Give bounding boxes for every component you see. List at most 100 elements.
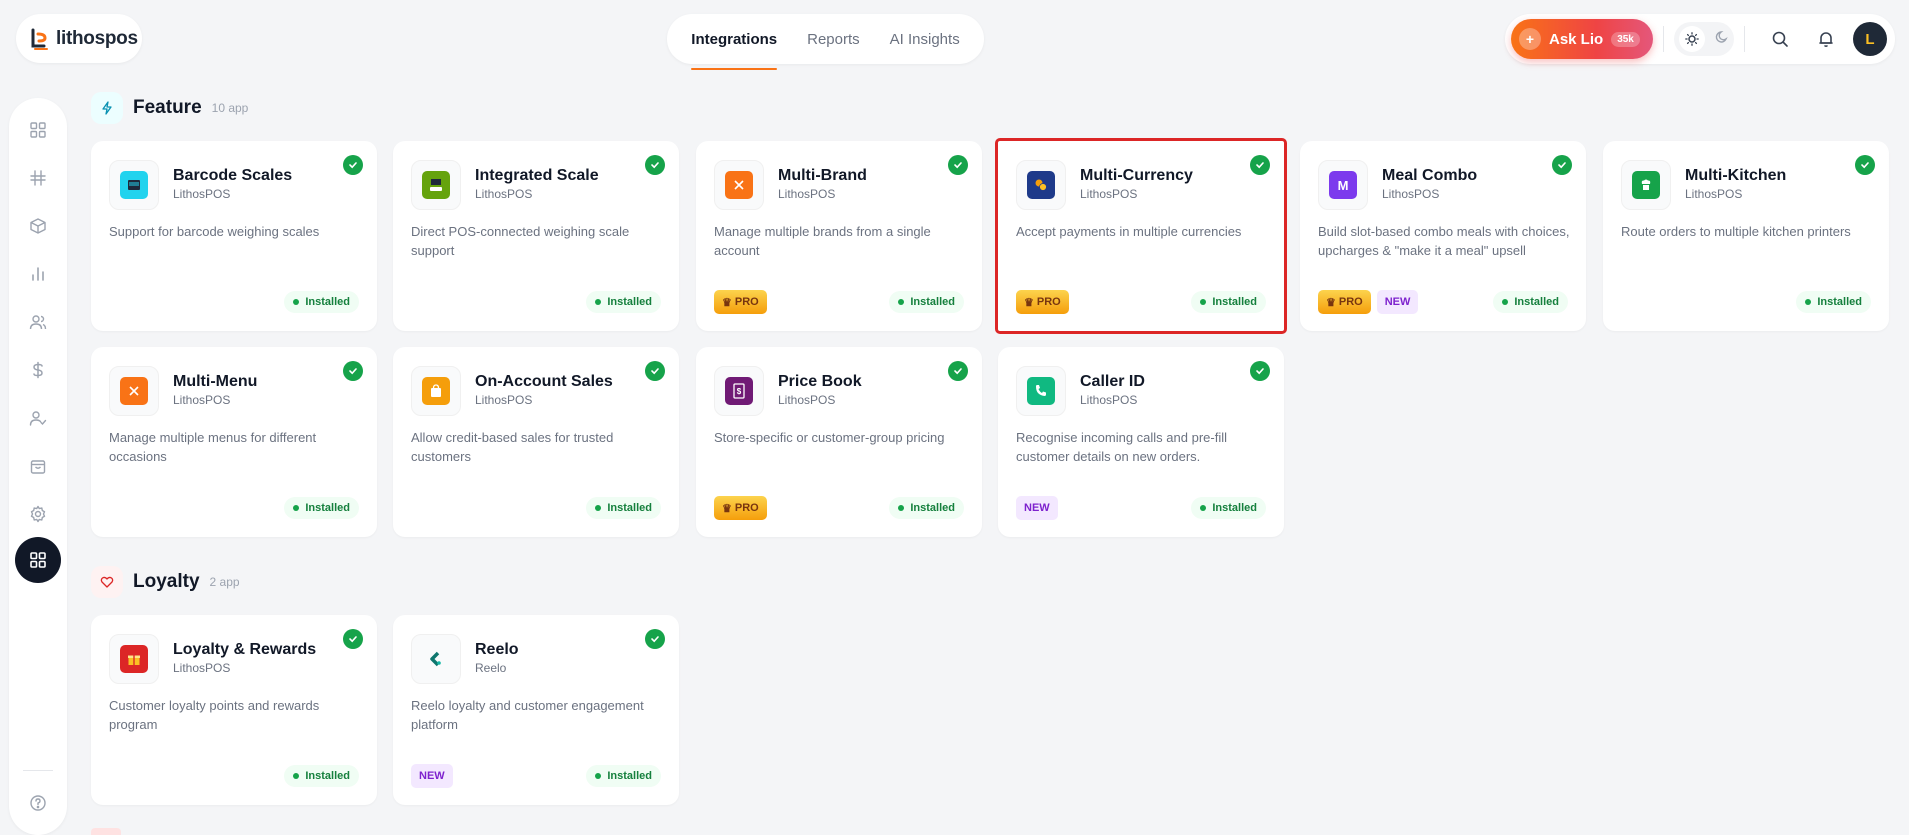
- multi-menu-icon: [109, 366, 159, 416]
- card-description: Reelo loyalty and customer engagement pl…: [411, 698, 644, 732]
- integration-card-multi-brand[interactable]: Multi-Brand LithosPOS Manage multiple br…: [696, 141, 982, 331]
- card-vendor: LithosPOS: [475, 187, 533, 201]
- tab-reports[interactable]: Reports: [807, 14, 860, 64]
- crown-icon: ♛: [722, 296, 732, 309]
- pro-label: PRO: [1338, 296, 1363, 308]
- status-dot: [595, 773, 602, 779]
- check-icon: [645, 361, 665, 381]
- pro-label: PRO: [734, 502, 759, 514]
- box-icon[interactable]: [20, 208, 56, 244]
- status-dot: [898, 299, 905, 305]
- card-vendor: LithosPOS: [778, 393, 836, 407]
- card-badges: ♛ PRO: [714, 290, 767, 314]
- integration-card-price-book[interactable]: $ Price Book LithosPOS Store-specific or…: [696, 347, 982, 537]
- sun-icon[interactable]: [1679, 26, 1705, 52]
- sparkle-icon: +: [1519, 28, 1541, 50]
- integration-card-multi-currency[interactable]: Multi-Currency LithosPOS Accept payments…: [995, 138, 1287, 334]
- card-vendor: LithosPOS: [1685, 187, 1743, 201]
- pro-badge: ♛ PRO: [1016, 290, 1069, 314]
- card-description: Store-specific or customer-group pricing: [714, 430, 945, 445]
- status-badge: Installed: [586, 497, 661, 519]
- status-label: Installed: [910, 502, 955, 514]
- crown-icon: ♛: [1326, 296, 1336, 309]
- top-nav: Integrations Reports AI Insights: [667, 14, 984, 70]
- card-description: Accept payments in multiple currencies: [1016, 224, 1242, 239]
- help-icon[interactable]: [20, 785, 56, 821]
- card-name: Reelo: [475, 641, 519, 658]
- scale-icon: [411, 160, 461, 210]
- status-label: Installed: [607, 296, 652, 308]
- status-dot: [1502, 299, 1509, 305]
- status-badge: Installed: [889, 497, 964, 519]
- integration-card-multi-kitchen[interactable]: Multi-Kitchen LithosPOS Route orders to …: [1603, 141, 1889, 331]
- card-vendor: LithosPOS: [778, 187, 836, 201]
- card-description: Customer loyalty points and rewards prog…: [109, 698, 320, 732]
- apps-icon[interactable]: [15, 537, 61, 583]
- integration-card-on-account-sales[interactable]: On-Account Sales LithosPOS Allow credit-…: [393, 347, 679, 537]
- check-icon: [1250, 155, 1270, 175]
- status-dot: [1805, 299, 1812, 305]
- card-description: Manage multiple menus for different occa…: [109, 430, 317, 464]
- check-icon: [343, 629, 363, 649]
- card-name: Multi-Brand: [778, 167, 867, 184]
- new-badge: NEW: [1016, 496, 1058, 520]
- user-check-icon[interactable]: [20, 400, 56, 436]
- status-label: Installed: [305, 296, 350, 308]
- card-name: Multi-Currency: [1080, 167, 1193, 184]
- currency-icon: [1016, 160, 1066, 210]
- divider: [1663, 26, 1664, 52]
- status-badge: Installed: [284, 765, 359, 787]
- theme-toggle[interactable]: [1674, 22, 1734, 56]
- check-icon: [645, 155, 665, 175]
- status-badge: Installed: [1191, 497, 1266, 519]
- hash-icon[interactable]: [20, 160, 56, 196]
- card-vendor: LithosPOS: [1080, 187, 1138, 201]
- integration-card-multi-menu[interactable]: Multi-Menu LithosPOS Manage multiple men…: [91, 347, 377, 537]
- integration-card-meal-combo[interactable]: M Meal Combo LithosPOS Build slot-based …: [1300, 141, 1586, 331]
- integration-card-integrated-scale[interactable]: Integrated Scale LithosPOS Direct POS-co…: [393, 141, 679, 331]
- pro-label: PRO: [734, 296, 759, 308]
- chart-icon[interactable]: [20, 256, 56, 292]
- card-vendor: LithosPOS: [475, 393, 533, 407]
- status-badge: Installed: [1493, 291, 1568, 313]
- heart-icon: [91, 566, 123, 598]
- meal-combo-icon: M: [1318, 160, 1368, 210]
- integration-card-reelo[interactable]: Reelo Reelo Reelo loyalty and customer e…: [393, 615, 679, 805]
- multi-brand-icon: [714, 160, 764, 210]
- gift-icon: [109, 634, 159, 684]
- moon-icon[interactable]: [1715, 30, 1729, 49]
- search-icon[interactable]: [1759, 18, 1801, 60]
- card-badges: ♛ PRO: [714, 496, 767, 520]
- ask-lio-button[interactable]: + Ask Lio 35k: [1511, 19, 1653, 59]
- brand-name: lithospos: [56, 27, 138, 49]
- status-label: Installed: [607, 770, 652, 782]
- integration-card-barcode-scales[interactable]: Barcode Scales LithosPOS Support for bar…: [91, 141, 377, 331]
- new-badge: NEW: [411, 764, 453, 788]
- new-badge: NEW: [1376, 290, 1419, 314]
- avatar[interactable]: L: [1853, 22, 1887, 56]
- section-loyalty-header: Loyalty 2 app: [91, 566, 240, 598]
- gear-icon[interactable]: [20, 496, 56, 532]
- pro-badge: ♛ PRO: [1318, 290, 1371, 314]
- status-dot: [1200, 299, 1207, 305]
- phone-icon: [1016, 366, 1066, 416]
- card-name: Barcode Scales: [173, 167, 293, 184]
- users-icon[interactable]: [20, 304, 56, 340]
- card-description: Allow credit-based sales for trusted cus…: [411, 430, 614, 464]
- bag-icon[interactable]: [20, 448, 56, 484]
- card-description: Direct POS-connected weighing scale supp…: [411, 224, 630, 258]
- brand-logo[interactable]: lithospos: [16, 14, 142, 63]
- integration-card-loyalty-rewards[interactable]: Loyalty & Rewards LithosPOS Customer loy…: [91, 615, 377, 805]
- card-description: Route orders to multiple kitchen printer…: [1621, 224, 1851, 239]
- tab-integrations[interactable]: Integrations: [691, 14, 777, 70]
- dashboard-icon[interactable]: [20, 112, 56, 148]
- section-feature-header: Feature 10 app: [91, 92, 248, 124]
- check-icon: [948, 155, 968, 175]
- bell-icon[interactable]: [1805, 18, 1847, 60]
- card-vendor: LithosPOS: [173, 661, 231, 675]
- tab-ai-insights[interactable]: AI Insights: [890, 14, 960, 64]
- card-name: Loyalty & Rewards: [173, 641, 317, 658]
- integration-card-caller-id[interactable]: Caller ID LithosPOS Recognise incoming c…: [998, 347, 1284, 537]
- dollar-icon[interactable]: [20, 352, 56, 388]
- status-label: Installed: [1212, 296, 1257, 308]
